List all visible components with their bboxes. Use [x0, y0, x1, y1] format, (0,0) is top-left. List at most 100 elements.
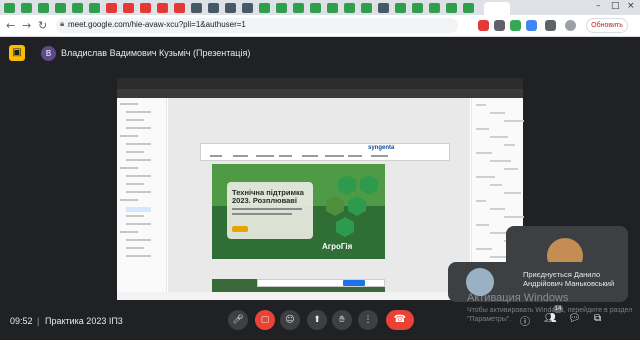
property-row [476, 224, 489, 226]
tab-favicon[interactable] [72, 3, 83, 13]
hangup-icon[interactable]: ☎ [386, 310, 414, 330]
maximize-icon[interactable]: □ [611, 1, 620, 11]
activities-icon[interactable]: ⧉ [594, 313, 601, 324]
extension-icon[interactable] [478, 20, 489, 31]
tab-favicon[interactable] [378, 3, 389, 13]
url-text[interactable]: meet.google.com/hie-avaw-xcu?pli=1&authu… [68, 20, 246, 29]
tab-favicon[interactable] [225, 3, 236, 13]
extension-icon[interactable] [526, 20, 537, 31]
update-button[interactable]: Обновить [586, 18, 628, 33]
property-row [504, 120, 524, 122]
tab-favicon[interactable] [21, 3, 32, 13]
tab-favicon[interactable] [106, 3, 117, 13]
arrow-left-icon[interactable]: ← [6, 19, 15, 32]
mic-icon[interactable]: 🎤︎ [228, 310, 248, 330]
tab-favicon[interactable] [191, 3, 202, 13]
minimize-icon[interactable]: – [596, 1, 601, 11]
arrow-right-icon[interactable]: → [22, 19, 31, 32]
banner-button [232, 226, 248, 232]
close-icon[interactable]: × [627, 1, 635, 11]
layer-row [126, 175, 151, 177]
presenter-name: Владислав Вадимович Кузьміч (Презентація… [61, 48, 251, 58]
tab-favicon[interactable] [259, 3, 270, 13]
property-row [476, 248, 492, 250]
banner-text [232, 213, 292, 215]
tab-favicon[interactable] [55, 3, 66, 13]
site-nav-link [302, 155, 318, 157]
site-nav-link [371, 155, 388, 157]
layer-row [120, 103, 138, 105]
tab-favicon[interactable] [293, 3, 304, 13]
site-nav-link [325, 155, 344, 157]
site-nav-link [279, 155, 292, 157]
banner-text [232, 208, 302, 210]
layer-row [120, 135, 138, 137]
layer-row [126, 143, 151, 145]
info-icon[interactable]: ⓘ [520, 313, 530, 328]
tab-favicon[interactable] [327, 3, 338, 13]
site-logo: syngenta [368, 145, 395, 151]
tab-active[interactable] [484, 2, 510, 15]
layer-row [126, 239, 151, 241]
tab-favicon[interactable] [38, 3, 49, 13]
property-row [490, 208, 505, 210]
tab-favicon[interactable] [276, 3, 287, 13]
tab-favicon[interactable] [4, 3, 15, 13]
tab-favicon[interactable] [446, 3, 457, 13]
banner-title: Технічна підтримка 2023. Розплюваві [232, 188, 304, 205]
tab-favicon[interactable] [395, 3, 406, 13]
emoji-icon[interactable]: ☺ [280, 310, 300, 330]
tab-favicon[interactable] [412, 3, 423, 13]
property-row [504, 216, 524, 218]
layer-row [126, 223, 151, 225]
property-row [490, 160, 511, 162]
tab-favicon[interactable] [89, 3, 100, 13]
tab-favicon[interactable] [463, 3, 474, 13]
property-row [504, 168, 518, 170]
join-notice: Приєднується Данило Андрійович Маньковсь… [523, 270, 615, 288]
tab-favicon[interactable] [123, 3, 134, 13]
layer-row [126, 255, 151, 257]
raise-hand-icon[interactable]: ✋︎ [332, 310, 352, 330]
tab-favicon[interactable] [361, 3, 372, 13]
lock-icon[interactable]: 🔒︎ [60, 19, 64, 29]
layer-row [126, 191, 151, 193]
tab-favicon[interactable] [140, 3, 151, 13]
tab-favicon[interactable] [157, 3, 168, 13]
property-row [490, 112, 505, 114]
tab-favicon[interactable] [344, 3, 355, 13]
layer-row [126, 151, 144, 153]
present-screen-icon[interactable]: ⬆ [307, 310, 327, 330]
site-nav-link [210, 155, 222, 157]
toast-button [343, 280, 365, 286]
reload-icon[interactable]: ↻ [38, 19, 47, 32]
people-icon[interactable]: 👥︎ [544, 313, 557, 324]
property-row [476, 176, 495, 178]
site-nav-link [348, 155, 362, 157]
layer-row [120, 199, 138, 201]
puzzle-icon[interactable] [545, 20, 556, 31]
property-row [476, 200, 486, 202]
layer-row [126, 119, 144, 121]
camera-off-icon[interactable]: ▢ [255, 310, 275, 330]
tab-favicon[interactable] [174, 3, 185, 13]
property-row [504, 192, 521, 194]
presentation-icon: ▣ [9, 45, 25, 61]
chat-icon[interactable]: 💬︎ [568, 313, 581, 324]
more-vert-icon[interactable]: ⋮ [358, 310, 378, 330]
tab-favicon[interactable] [429, 3, 440, 13]
layer-row [120, 167, 138, 169]
layer-row [126, 215, 144, 217]
profile-icon[interactable] [565, 20, 576, 31]
meeting-name: Практика 2023 ІП3 [45, 316, 123, 326]
layer-row [120, 231, 138, 233]
extension-icon[interactable] [494, 20, 505, 31]
extension-icon[interactable] [510, 20, 521, 31]
property-row [490, 184, 502, 186]
tab-favicon[interactable] [310, 3, 321, 13]
tab-favicon[interactable] [208, 3, 219, 13]
tab-favicon[interactable] [242, 3, 253, 13]
property-row [476, 128, 489, 130]
site-nav-link [256, 155, 274, 157]
layer-row [126, 247, 144, 249]
